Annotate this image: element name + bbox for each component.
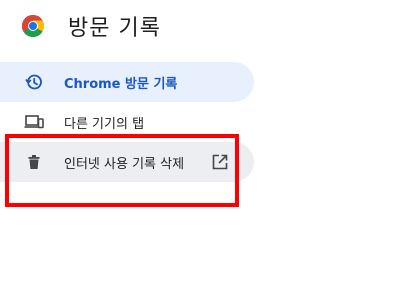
devices-icon xyxy=(24,115,44,129)
chrome-logo-icon xyxy=(22,15,44,37)
trash-icon xyxy=(28,155,40,169)
history-page: 방문 기록 Chrome 방문 기록 다른 기기의 탭 인터넷 사용 기록 삭제 xyxy=(0,0,402,290)
page-header: 방문 기록 xyxy=(0,0,402,56)
open-in-new-icon[interactable] xyxy=(210,152,230,172)
sidebar-item-label: 다른 기기의 탭 xyxy=(64,117,145,132)
sidebar-item-chrome-history[interactable]: Chrome 방문 기록 xyxy=(0,62,254,102)
sidebar-item-clear-browsing-data[interactable]: 인터넷 사용 기록 삭제 xyxy=(0,142,254,182)
sidebar-item-label: 인터넷 사용 기록 삭제 xyxy=(64,157,185,172)
sidebar-item-other-devices[interactable]: 다른 기기의 탭 xyxy=(0,102,254,142)
page-title: 방문 기록 xyxy=(68,16,161,41)
sidebar-item-label: Chrome 방문 기록 xyxy=(64,77,178,92)
history-icon xyxy=(25,74,42,90)
